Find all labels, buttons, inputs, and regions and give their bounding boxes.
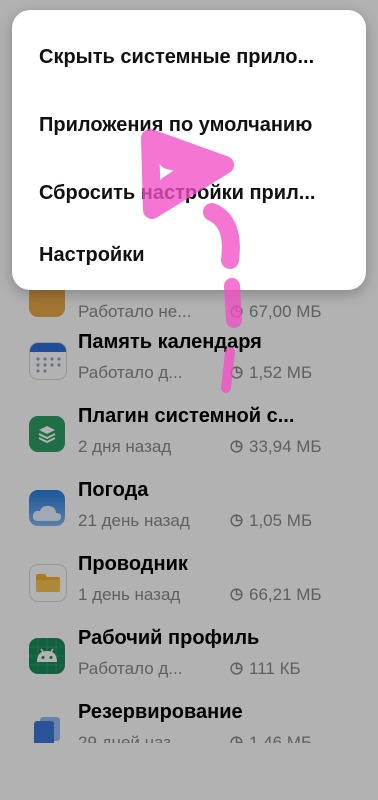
menu-item-default-apps[interactable]: Приложения по умолчанию xyxy=(12,90,366,158)
overflow-menu: Скрыть системные прило... Приложения по … xyxy=(12,10,366,290)
menu-item-label: Сбросить настройки прил... xyxy=(39,182,316,204)
menu-item-label: Приложения по умолчанию xyxy=(39,114,313,136)
menu-item-label: Скрыть системные прило... xyxy=(39,46,315,68)
menu-item-label: Настройки xyxy=(39,244,145,266)
menu-item-settings[interactable]: Настройки xyxy=(12,220,366,288)
menu-item-reset-app-preferences[interactable]: Сбросить настройки прил... xyxy=(12,158,366,226)
menu-item-hide-system-apps[interactable]: Скрыть системные прило... xyxy=(12,22,366,90)
